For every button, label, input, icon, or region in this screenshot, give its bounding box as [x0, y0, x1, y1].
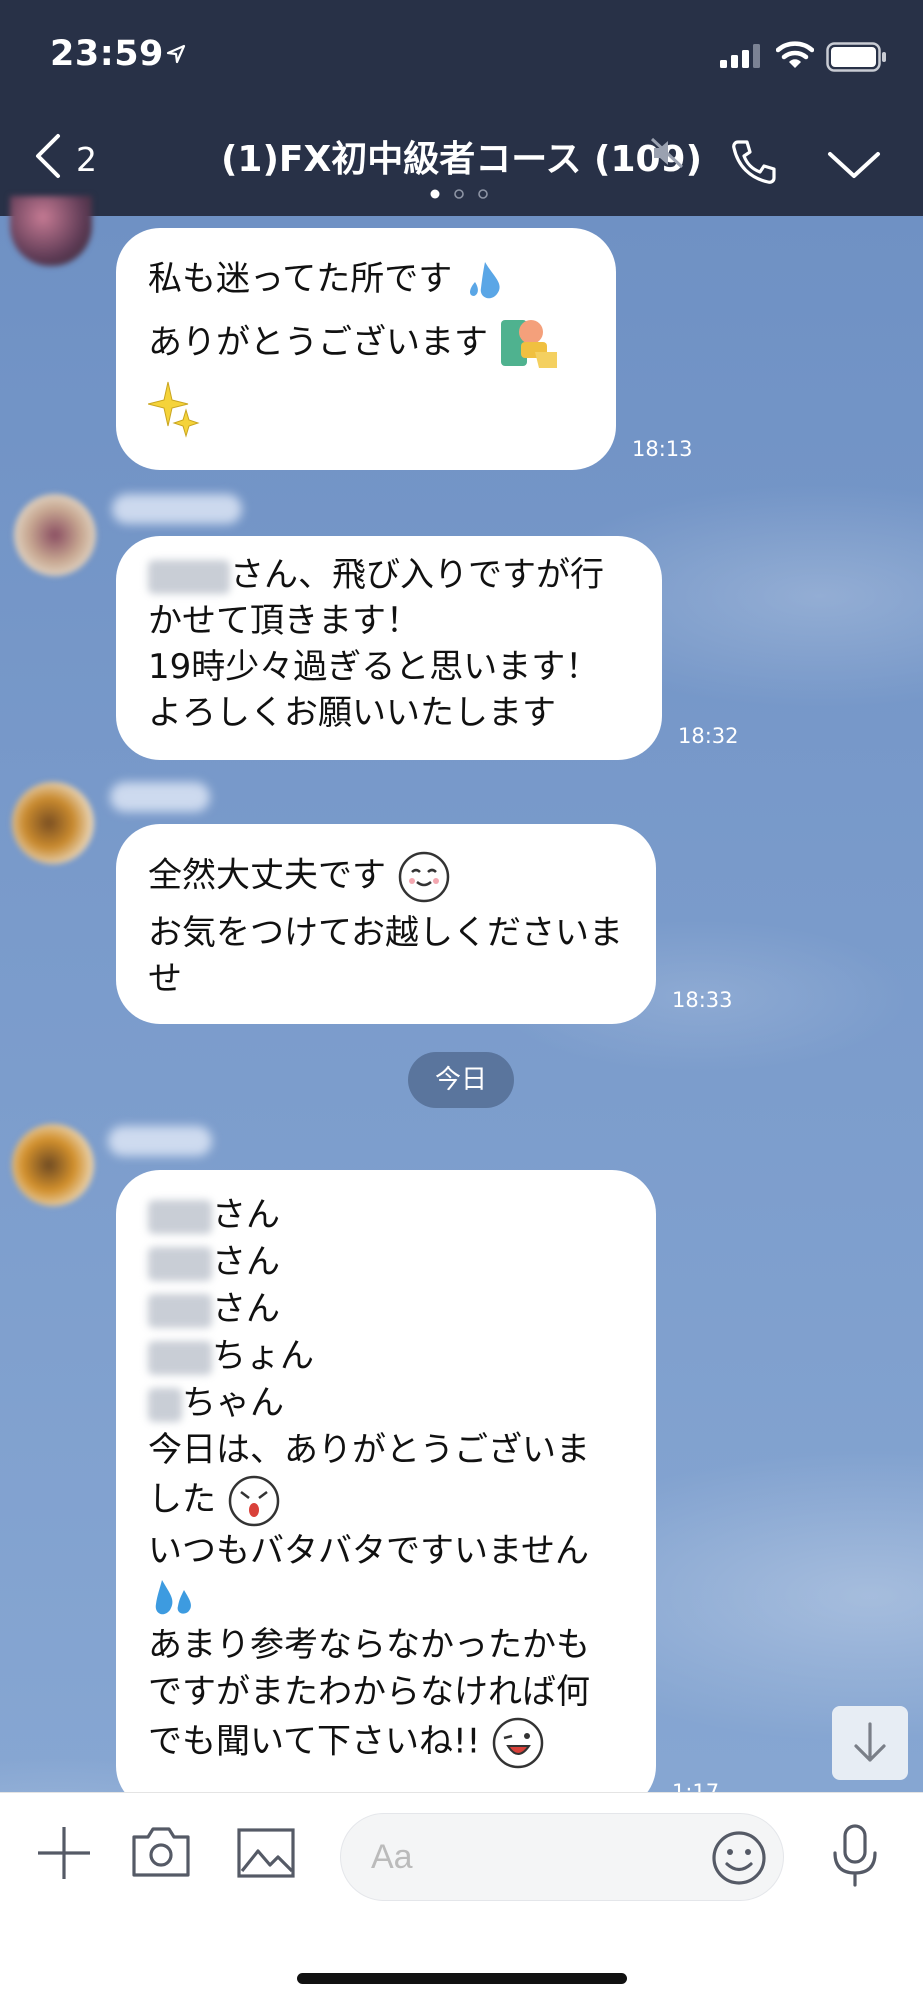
cellular-signal-icon — [720, 44, 760, 68]
image-icon[interactable] — [236, 1827, 296, 1879]
message-text: さん、飛び入りですが行 — [230, 555, 604, 595]
message-text: さん — [212, 1242, 280, 1282]
smiling-face-icon — [398, 851, 450, 903]
message-text: ありがとうございます — [148, 322, 488, 362]
message-text: 全然大丈夫です — [148, 855, 386, 896]
avatar[interactable] — [12, 782, 94, 864]
message-text: 私も迷ってた所です — [148, 259, 453, 299]
surprised-face-icon — [228, 1475, 280, 1527]
redacted-name — [148, 1293, 212, 1328]
scroll-to-bottom-button[interactable] — [832, 1706, 908, 1780]
message-text: よろしくお願いいたします — [148, 693, 556, 733]
message-text: さん — [212, 1289, 280, 1329]
message-text: ですがまたわからなければ何 — [148, 1672, 590, 1712]
wifi-icon — [776, 41, 814, 68]
message-bubble[interactable]: さん さん さん ちょん ちゃん 今日は、ありがとうございま した いつもバタバ… — [116, 1170, 656, 1810]
message-bubble[interactable]: 全然大丈夫です お気をつけてお越しくださいませ — [116, 824, 656, 1024]
home-indicator — [297, 1973, 627, 1984]
redacted-name — [148, 559, 230, 594]
message-bubble[interactable]: さん、飛び入りですが行 かせて頂きます！ 19時少々過ぎると思います！ よろしく… — [116, 536, 662, 760]
phone-call-icon[interactable] — [728, 136, 780, 188]
sparkles-icon — [148, 381, 200, 438]
sweat-drops-icon — [155, 1579, 191, 1614]
message-text: いつもバタバタですいません — [148, 1531, 589, 1571]
message-text: 今日は、ありがとうございま — [148, 1430, 590, 1470]
location-arrow-icon — [166, 44, 186, 64]
avatar[interactable] — [12, 1124, 94, 1206]
message-text: ちゃん — [182, 1383, 284, 1423]
plus-icon[interactable] — [34, 1823, 94, 1883]
battery-icon — [826, 42, 886, 72]
message-text: でも聞いて下さいね!! — [148, 1721, 481, 1762]
message-text: ちょん — [212, 1336, 314, 1376]
message-time: 18:13 — [632, 437, 693, 461]
sender-name — [108, 1126, 212, 1156]
sender-name — [110, 782, 210, 812]
camera-icon[interactable] — [130, 1823, 192, 1881]
redacted-name — [148, 1199, 212, 1234]
message-text: お気をつけてお越しくださいませ — [148, 913, 623, 999]
message-bubble[interactable]: 私も迷ってた所です ありがとうございます — [116, 228, 616, 470]
sender-name — [112, 494, 242, 524]
microphone-icon[interactable] — [826, 1823, 884, 1889]
message-text: かせて頂きます！ — [148, 601, 420, 641]
message-time: 18:33 — [672, 988, 733, 1012]
message-text: さん — [212, 1195, 280, 1235]
message-text: あまり参考ならなかったかも — [148, 1625, 590, 1665]
chat-header: 23:59 2 (1)FX初中級者コース (109) — [0, 0, 923, 216]
message-text: した — [148, 1479, 216, 1520]
winking-face-icon — [492, 1717, 544, 1769]
avatar[interactable] — [14, 494, 96, 576]
message-time: 18:32 — [678, 724, 739, 748]
message-composer: Aa — [0, 1792, 923, 2001]
status-time: 23:59 — [50, 34, 164, 74]
sweat-drop-icon — [470, 261, 500, 298]
emoji-icon[interactable] — [710, 1829, 768, 1887]
date-separator: 今日 — [408, 1052, 514, 1108]
message-text: 19時少々過ぎると思います！ — [148, 647, 600, 687]
bowing-person-icon — [500, 319, 557, 368]
redacted-name — [148, 1246, 212, 1281]
mute-speaker-icon — [650, 137, 684, 169]
chevron-down-icon[interactable] — [826, 148, 882, 182]
redacted-name — [148, 1387, 182, 1422]
arrow-down-icon — [854, 1722, 886, 1762]
redacted-name — [148, 1340, 212, 1375]
page-indicator-dots — [430, 189, 488, 199]
chat-title[interactable]: (1)FX初中級者コース (109) — [0, 130, 923, 182]
